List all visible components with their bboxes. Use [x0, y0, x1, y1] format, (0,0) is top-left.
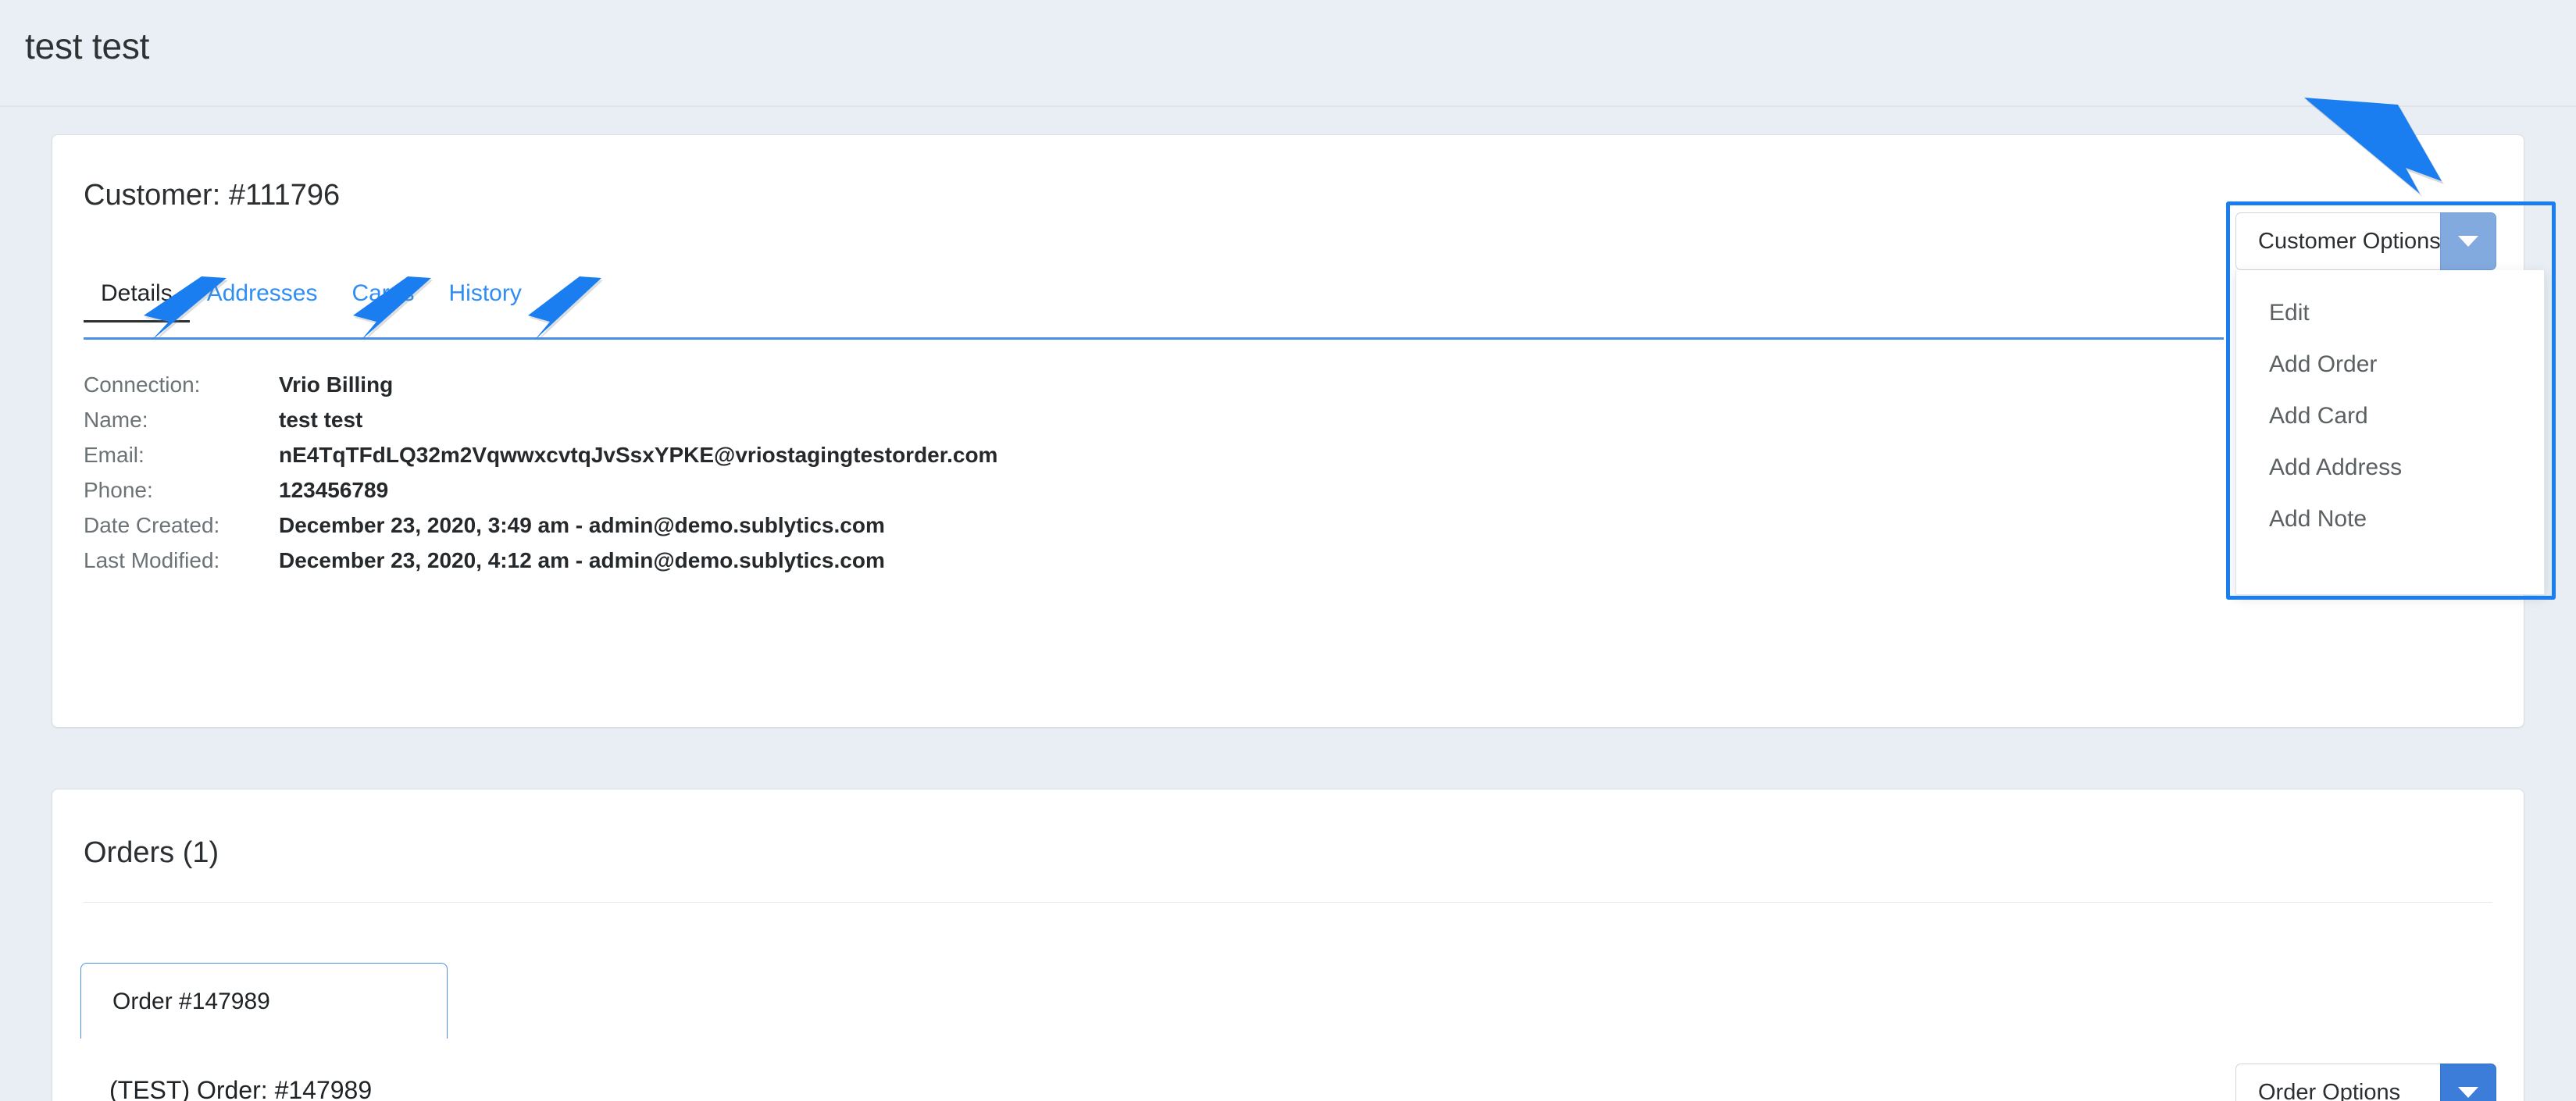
menu-item-add-note[interactable]: Add Note — [2236, 493, 2544, 545]
detail-value: 123456789 — [279, 478, 389, 502]
order-tabs: Order #147989 — [80, 963, 448, 1039]
detail-label: Date Created: — [84, 513, 220, 537]
detail-label: Connection: — [84, 372, 201, 397]
orders-card-divider — [84, 902, 2492, 903]
detail-value: December 23, 2020, 3:49 am - admin@demo.… — [279, 513, 885, 537]
detail-value: test test — [279, 408, 363, 432]
tab-cards[interactable]: Cards — [334, 268, 431, 322]
detail-value: Vrio Billing — [279, 372, 394, 397]
customer-card-title: Customer: #111796 — [84, 179, 341, 212]
customer-options-label[interactable]: Customer Options — [2235, 212, 2441, 270]
order-tab-147989[interactable]: Order #147989 — [80, 963, 448, 1039]
app-root: test test Customer: #111796 Details Addr… — [0, 0, 2576, 1101]
detail-row-last-modified: Last Modified: December 23, 2020, 4:12 a… — [84, 548, 997, 583]
customer-options-button[interactable]: Customer Options — [2235, 212, 2496, 270]
order-options-label[interactable]: Order Options — [2235, 1064, 2440, 1101]
menu-item-add-order[interactable]: Add Order — [2236, 339, 2544, 390]
detail-row-date-created: Date Created: December 23, 2020, 3:49 am… — [84, 513, 997, 548]
page-title: test test — [25, 26, 150, 66]
detail-row-connection: Connection: Vrio Billing — [84, 372, 997, 408]
orders-card-title: Orders (1) — [84, 836, 219, 869]
detail-value: nE4TqTFdLQ32m2VqwwxcvtqJvSsxYPKE@vriosta… — [279, 443, 998, 467]
detail-value: December 23, 2020, 4:12 am - admin@demo.… — [279, 548, 885, 572]
tab-history[interactable]: History — [431, 268, 538, 322]
order-heading: (TEST) Order: #147989 — [109, 1076, 373, 1101]
detail-label: Last Modified: — [84, 548, 220, 572]
detail-label: Phone: — [84, 478, 153, 502]
menu-item-edit[interactable]: Edit — [2236, 287, 2544, 339]
menu-item-add-card[interactable]: Add Card — [2236, 390, 2544, 442]
chevron-down-icon — [2458, 236, 2478, 247]
page-header: test test — [0, 0, 2576, 107]
customer-options-caret-button[interactable] — [2440, 212, 2496, 270]
order-options-button[interactable]: Order Options — [2235, 1064, 2496, 1101]
detail-label: Email: — [84, 443, 144, 467]
customer-details-list: Connection: Vrio Billing Name: test test… — [84, 372, 997, 583]
menu-item-add-address[interactable]: Add Address — [2236, 442, 2544, 493]
customer-card: Customer: #111796 Details Addresses Card… — [52, 134, 2524, 728]
order-options-caret-button[interactable] — [2440, 1064, 2496, 1101]
tab-details[interactable]: Details — [84, 268, 190, 322]
customer-tabs: Details Addresses Cards History — [84, 268, 2224, 340]
detail-row-phone: Phone: 123456789 — [84, 478, 997, 513]
tab-addresses[interactable]: Addresses — [190, 268, 335, 322]
detail-row-email: Email: nE4TqTFdLQ32m2VqwwxcvtqJvSsxYPKE@… — [84, 443, 997, 478]
customer-options-dropdown: Edit Add Order Add Card Add Address Add … — [2235, 270, 2545, 595]
orders-card: Orders (1) Order #147989 — [52, 789, 2524, 1101]
detail-label: Name: — [84, 408, 148, 432]
detail-row-name: Name: test test — [84, 408, 997, 443]
chevron-down-icon — [2458, 1087, 2478, 1098]
